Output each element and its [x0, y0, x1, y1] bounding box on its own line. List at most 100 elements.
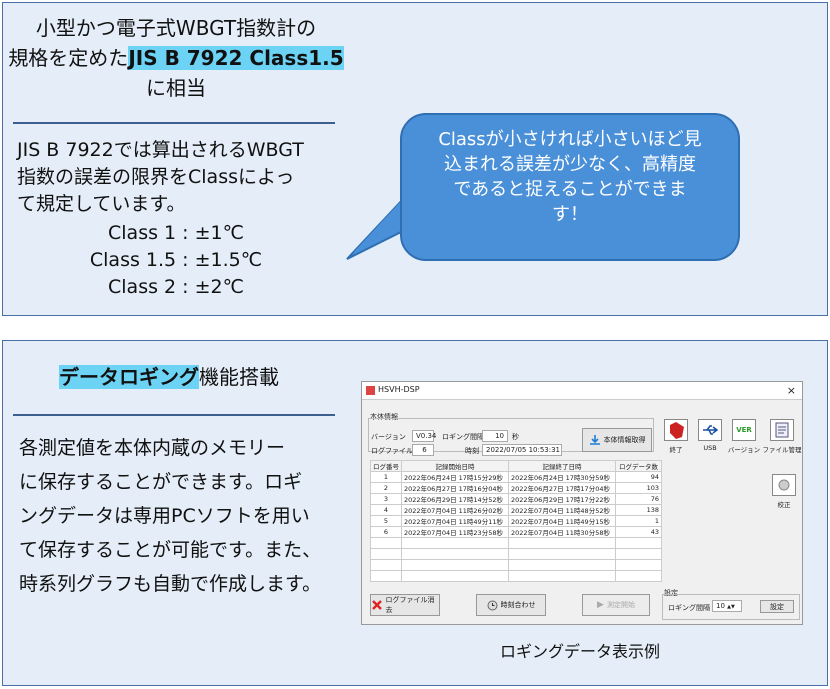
table-row[interactable]: 4 2022年07月04日 11時26分02秒 2022年07月04日 11時48分…	[370, 504, 662, 516]
time-field: 2022/07/05 10:53:31	[482, 444, 562, 456]
cell-end: 2022年07月04日 11時48分52秒	[508, 504, 616, 516]
cell-log-number: 5	[370, 515, 402, 527]
cell-start: 2022年06月29日 17時14分52秒	[401, 493, 509, 505]
start-measure-label: 測定開始	[606, 601, 635, 609]
desc-line: 時系列グラフも自動で作成します。	[19, 573, 322, 595]
time-label: 時刻	[465, 447, 479, 455]
cell-log-number: 6	[370, 526, 402, 538]
class-2-line: Class 2 : ±2℃	[108, 276, 244, 298]
desc-line: て規定しています。	[17, 193, 186, 215]
table-row[interactable]: 1 2022年06月24日 17時15分29秒 2022年06月24日 17時30分…	[370, 471, 662, 483]
table-row-empty	[370, 537, 662, 549]
window-title: HSVH-DSP	[378, 385, 420, 394]
version-button[interactable]: VER	[732, 419, 756, 441]
cell-count: 103	[615, 482, 662, 494]
column-header: ログデータ数	[615, 460, 662, 472]
clock-icon	[487, 600, 497, 610]
app-window: HSVH-DSP × 本体情報 バージョン V0.34 ロギング間隔 10 秒 …	[361, 381, 803, 625]
start-measure-button[interactable]: ▶ 測定開始	[582, 594, 650, 616]
cell-log-number: 3	[370, 493, 402, 505]
exit-button[interactable]	[664, 419, 688, 441]
settings-interval-spinner[interactable]: 10 ▲▼	[712, 600, 742, 612]
bubble-line: Classが小さければ小さいほど見	[438, 129, 702, 150]
class-1-line: Class 1 : ±1℃	[108, 222, 244, 244]
divider	[13, 414, 335, 416]
jis-highlight: JIS B 7922 Class1.5	[128, 46, 344, 70]
desc-line: 各測定値を本体内蔵のメモリー	[19, 437, 286, 459]
table-row[interactable]: 5 2022年07月04日 11時49分11秒 2022年07月04日 11時49分…	[370, 515, 662, 527]
desc-line: 指数の誤差の限界をClassによっ	[17, 166, 295, 188]
table-row-empty	[370, 548, 662, 560]
app-icon	[366, 386, 375, 395]
cell-count: 43	[615, 526, 662, 538]
title-line-2-prefix: 規格を定めた	[8, 46, 129, 70]
version-field: V0.34	[412, 430, 436, 442]
cell-count: 138	[615, 504, 662, 516]
play-icon: ▶	[597, 600, 604, 610]
table-row-empty	[370, 570, 662, 582]
divider	[13, 122, 335, 124]
cell-start: 2022年07月04日 11時26分02秒	[401, 504, 509, 516]
log-table: ログ番号 記録開始日時 記録終了日時 ログデータ数 1 2022年06月24日 1…	[370, 460, 662, 582]
time-sync-button[interactable]: 時刻合わせ	[476, 594, 546, 616]
table-row[interactable]: 6 2022年07月04日 11時23分58秒 2022年07月04日 11時30分…	[370, 526, 662, 538]
cell-end: 2022年06月29日 17時17分22秒	[508, 493, 616, 505]
title-line-3: に相当	[146, 76, 206, 100]
logging-heading-rest: 機能搭載	[199, 365, 279, 389]
desc-line: ングデータは専用PCソフトを用い	[19, 505, 310, 527]
desc-line: に保存することができます。ロギ	[19, 471, 303, 493]
cell-log-number: 4	[370, 504, 402, 516]
timesync-button-label: 時刻合わせ	[500, 601, 536, 609]
cell-start: 2022年07月04日 11時49分11秒	[401, 515, 509, 527]
jis-description: JIS B 7922では算出されるWBGT 指数の誤差の限界をClassによっ …	[17, 137, 304, 218]
settings-apply-button[interactable]: 設定	[760, 600, 794, 613]
calibration-label: 校正	[777, 501, 791, 509]
file-manager-button[interactable]	[770, 419, 794, 441]
cell-count: 76	[615, 493, 662, 505]
desc-line: て保存することが可能です。また、	[19, 539, 322, 561]
download-icon	[589, 435, 600, 445]
file-manager-label: ファイル管理	[762, 446, 802, 454]
interval-label: ロギング間隔	[442, 433, 484, 441]
usb-button[interactable]	[698, 419, 722, 441]
column-header: 記録開始日時	[401, 460, 509, 472]
cell-start: 2022年06月24日 17時15分29秒	[401, 471, 509, 483]
file-manager-icon	[775, 422, 789, 438]
settings-interval-value: 10	[716, 602, 725, 610]
cell-count: 1	[615, 515, 662, 527]
cell-log-number: 1	[370, 471, 402, 483]
jis-title: 小型かつ電子式WBGT指数計の 規格を定めたJIS B 7922 Class1.…	[3, 13, 349, 103]
title-line-1: 小型かつ電子式WBGT指数計の	[35, 16, 317, 40]
logcount-field: 6	[412, 444, 434, 456]
usb-icon	[703, 425, 719, 435]
calibration-button[interactable]	[772, 474, 796, 496]
version-label: バージョン	[371, 433, 406, 441]
exit-icon	[670, 422, 684, 439]
logging-highlight: データロギング	[59, 365, 199, 389]
table-row[interactable]: 3 2022年06月29日 17時14分52秒 2022年06月29日 17時17分…	[370, 493, 662, 505]
cell-log-number: 2	[370, 482, 402, 494]
speech-bubble: Classが小さければ小さいほど見 込まれる誤差が少なく、高精度 であると捉える…	[400, 113, 740, 261]
close-icon[interactable]: ×	[787, 384, 796, 397]
cell-count: 94	[615, 471, 662, 483]
spinner-arrows-icon: ▲▼	[727, 604, 735, 610]
window-titlebar: HSVH-DSP ×	[362, 382, 802, 400]
delete-logfile-button[interactable]: ログファイル消去	[370, 594, 440, 616]
table-row[interactable]: 2 2022年06月27日 17時16分04秒 2022年06月27日 17時17分…	[370, 482, 662, 494]
settings-button-label: 設定	[770, 602, 784, 611]
cell-start: 2022年07月04日 11時23分58秒	[401, 526, 509, 538]
cell-end: 2022年06月24日 17時30分59秒	[508, 471, 616, 483]
cell-start: 2022年06月27日 17時16分04秒	[401, 482, 509, 494]
cell-end: 2022年07月04日 11時49分15秒	[508, 515, 616, 527]
calibration-icon	[778, 479, 790, 491]
cell-end: 2022年06月27日 17時17分04秒	[508, 482, 616, 494]
delete-button-label: ログファイル消去	[385, 596, 435, 614]
column-header: ログ番号	[370, 460, 402, 472]
column-header: 記録終了日時	[508, 460, 616, 472]
bubble-line: す！	[552, 204, 588, 225]
fetch-button-label: 本体情報取得	[603, 436, 646, 444]
cell-end: 2022年07月04日 11時30分58秒	[508, 526, 616, 538]
table-row-empty	[370, 559, 662, 571]
title-line-2: 規格を定めたJIS B 7922 Class1.5	[3, 43, 349, 73]
fetch-info-button[interactable]: 本体情報取得	[582, 428, 652, 452]
